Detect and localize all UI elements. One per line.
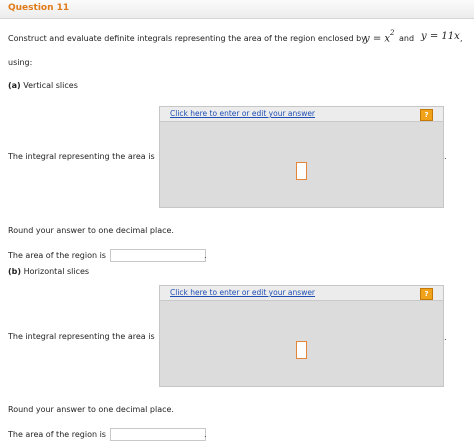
part-a-heading: (a) Vertical slices — [8, 81, 78, 90]
prompt-using: using: — [8, 58, 33, 67]
part-b-name: Horizontal slices — [23, 267, 90, 276]
part-a-name: Vertical slices — [23, 81, 78, 90]
equation-line: y = 11x — [421, 31, 460, 42]
part-b-round-note: Round your answer to one decimal place. — [8, 405, 174, 414]
part-a-area-period: . — [204, 251, 207, 260]
part-b-answer-placeholder[interactable] — [296, 341, 307, 359]
part-b-area-input[interactable] — [110, 428, 206, 441]
part-b-heading: (b) Horizontal slices — [8, 267, 89, 276]
part-a-integral-label: The integral representing the area is — [8, 152, 155, 161]
question-title: Question 11 — [8, 3, 70, 13]
part-b-editor-period: . — [444, 333, 447, 342]
part-b-area-period: . — [204, 430, 207, 439]
part-b-editor-link[interactable]: Click here to enter or edit your answer — [170, 288, 315, 297]
part-a-answer-editor[interactable]: Click here to enter or edit your answer … — [159, 106, 444, 208]
part-a-label: (a) — [8, 81, 21, 90]
equation-parabola-exponent: 2 — [390, 29, 395, 37]
part-b-help-icon[interactable]: ? — [420, 288, 433, 300]
part-b-editor-toolbar: Click here to enter or edit your answer … — [160, 286, 443, 301]
equation-parabola-base: y = x — [364, 33, 391, 45]
part-a-area-input[interactable] — [110, 249, 206, 262]
prompt-and: and — [399, 34, 415, 43]
part-b-integral-label: The integral representing the area is — [8, 332, 155, 341]
part-a-editor-link[interactable]: Click here to enter or edit your answer — [170, 109, 315, 118]
prompt-comma: , — [460, 34, 463, 43]
part-b-label: (b) — [8, 267, 22, 276]
prompt-text: Construct and evaluate definite integral… — [8, 34, 366, 43]
part-a-answer-placeholder[interactable] — [296, 162, 307, 180]
part-b-answer-editor[interactable]: Click here to enter or edit your answer … — [159, 285, 444, 387]
part-a-help-icon[interactable]: ? — [420, 109, 433, 121]
part-b-area-label: The area of the region is — [8, 430, 106, 439]
equation-parabola: y = x2 — [364, 29, 395, 45]
part-a-editor-toolbar: Click here to enter or edit your answer … — [160, 107, 443, 122]
question-header — [0, 0, 474, 19]
part-a-editor-period: . — [444, 152, 447, 161]
part-a-round-note: Round your answer to one decimal place. — [8, 226, 174, 235]
part-a-area-label: The area of the region is — [8, 251, 106, 260]
